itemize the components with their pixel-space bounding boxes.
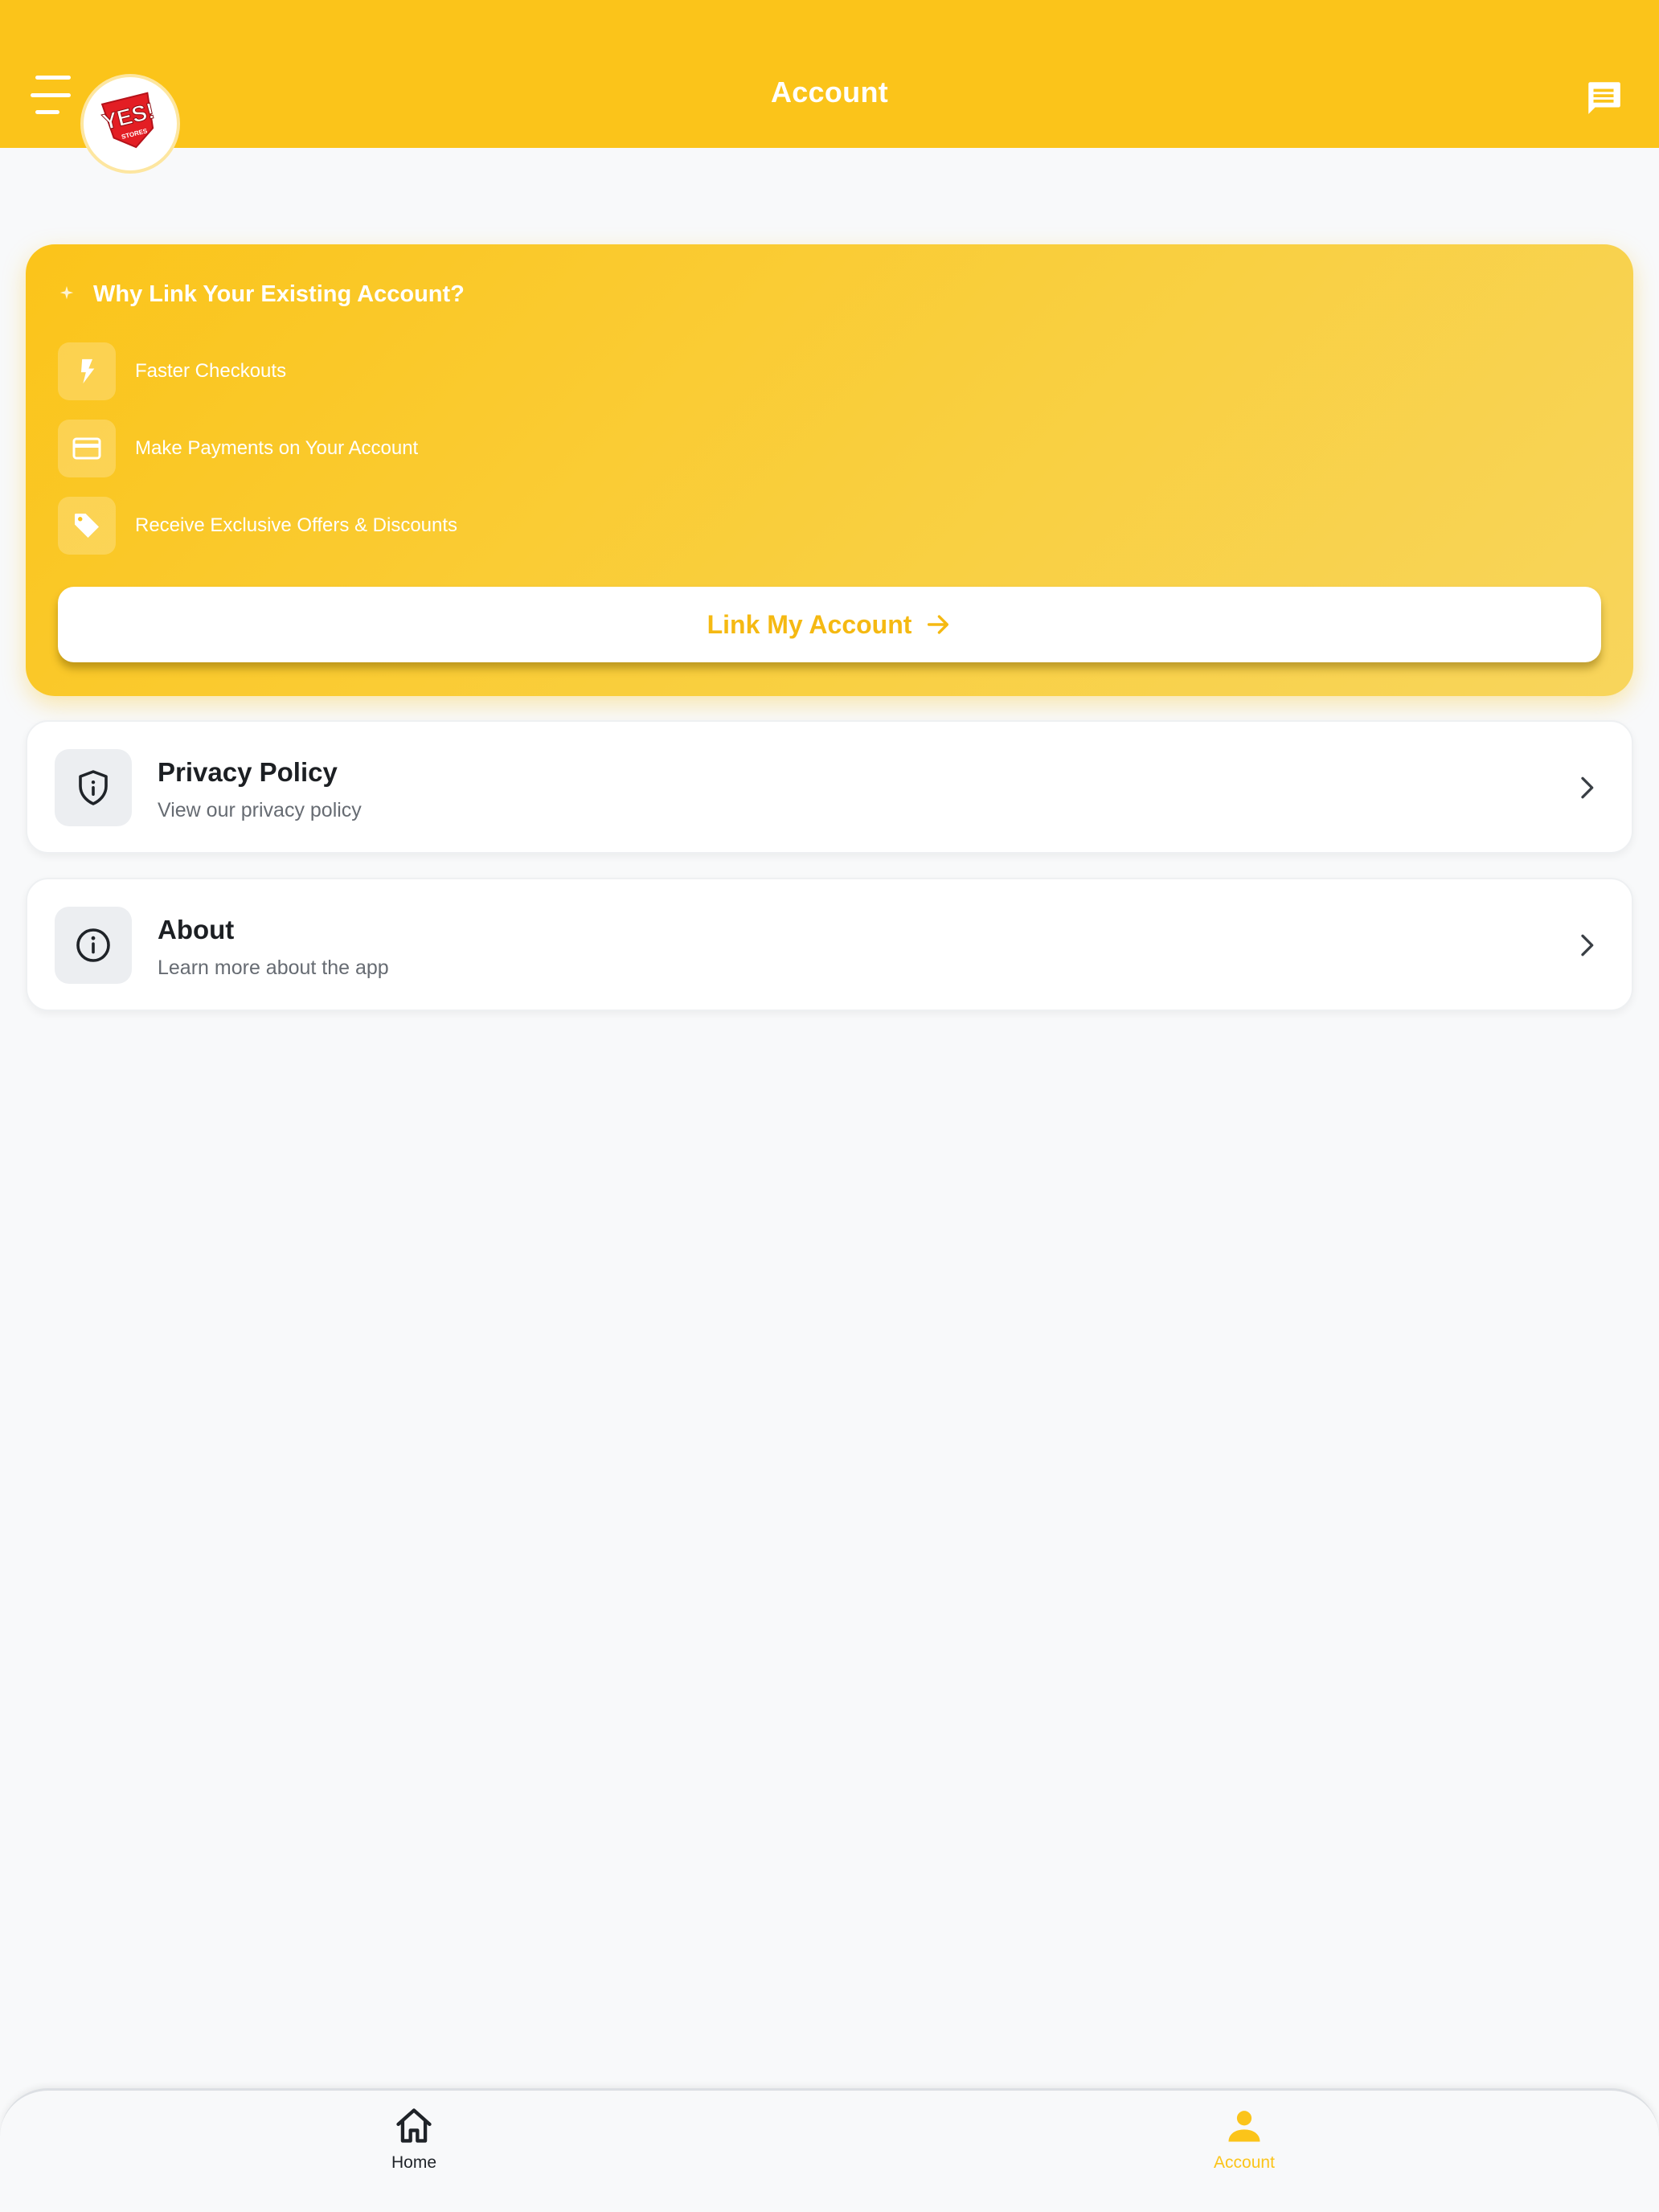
bottom-navigation-bar: Home Account <box>0 2088 1659 2212</box>
lightning-icon <box>58 342 116 400</box>
list-item-title: About <box>158 915 235 944</box>
home-icon <box>396 2108 432 2143</box>
list-item-subtitle: Learn more about the app <box>158 956 389 979</box>
promo-title: Why Link Your Existing Account? <box>93 281 465 307</box>
about-item[interactable]: About Learn more about the app <box>26 878 1633 1011</box>
sparkle-icon <box>59 285 74 300</box>
arrow-right-icon <box>928 615 949 634</box>
person-icon <box>1228 2111 1260 2142</box>
chat-icon[interactable] <box>1583 77 1624 117</box>
nav-label: Account <box>1214 2153 1275 2172</box>
nav-item-account[interactable]: Account <box>1164 2105 1325 2185</box>
app-header: Account <box>0 0 1659 148</box>
info-icon <box>55 907 132 984</box>
credit-card-icon <box>58 420 116 477</box>
benefit-item: Faster Checkouts <box>58 342 286 400</box>
link-account-promo-card: Why Link Your Existing Account? Faster C… <box>26 244 1633 696</box>
link-my-account-button[interactable]: Link My Account <box>58 587 1601 662</box>
brand-logo[interactable]: YES! STORES <box>80 74 180 174</box>
list-item-title: Privacy Policy <box>158 757 338 787</box>
page-title: Account <box>770 76 889 109</box>
nav-item-home[interactable]: Home <box>334 2105 494 2185</box>
chevron-right-icon <box>1581 776 1594 799</box>
tag-icon <box>58 497 116 555</box>
benefit-item: Make Payments on Your Account <box>58 420 418 477</box>
benefit-item: Receive Exclusive Offers & Discounts <box>58 497 457 555</box>
list-item-subtitle: View our privacy policy <box>158 799 362 821</box>
privacy-policy-item[interactable]: Privacy Policy View our privacy policy <box>26 720 1633 854</box>
chevron-right-icon <box>1581 934 1594 956</box>
shield-icon <box>55 749 132 826</box>
nav-label: Home <box>391 2153 437 2172</box>
yes-stores-logo-icon: YES! STORES <box>100 92 158 149</box>
